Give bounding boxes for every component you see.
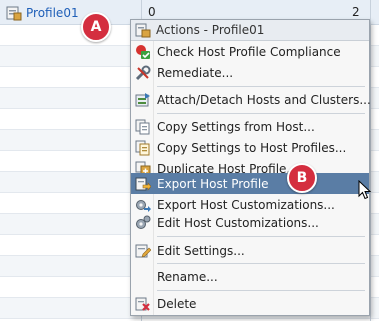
menu-item-delete[interactable]: Delete [131, 293, 369, 314]
copy-from-host-icon [135, 119, 151, 135]
host-profile-icon [6, 5, 22, 21]
edit-settings-icon [135, 243, 152, 259]
attach-detach-icon [135, 92, 151, 108]
menu-item-remediate[interactable]: Remediate... [131, 62, 369, 83]
menu-item-attach-detach[interactable]: Attach/Detach Hosts and Clusters... [131, 89, 371, 110]
menu-separator [157, 86, 365, 87]
callout-badge-b: B [287, 163, 317, 193]
export-profile-icon [135, 176, 152, 192]
column-divider[interactable] [370, 0, 371, 321]
mouse-cursor-icon [358, 180, 372, 200]
callout-badge-a: A [81, 12, 111, 42]
menu-header-title: Actions - Profile01 [156, 23, 265, 37]
compliance-check-icon [135, 44, 151, 60]
menu-separator [157, 263, 365, 264]
menu-separator [157, 236, 365, 237]
menu-item-rename[interactable]: Rename... [131, 266, 369, 287]
menu-item-export-host-profile[interactable]: Export Host Profile [131, 173, 369, 194]
context-menu: Actions - Profile01 Check Host Profile C… [130, 19, 371, 316]
profile-name-link[interactable]: Profile01 [26, 6, 79, 20]
remediate-tools-icon [135, 65, 151, 81]
menu-separator [157, 113, 365, 114]
menu-item-edit-settings[interactable]: Edit Settings... [131, 240, 369, 261]
edit-customizations-icon [135, 215, 151, 231]
menu-item-copy-to-profiles[interactable]: Copy Settings to Host Profiles... [131, 137, 369, 158]
table-cell-value: 2 [352, 5, 360, 19]
menu-item-check-compliance[interactable]: Check Host Profile Compliance [131, 41, 369, 62]
actions-icon [135, 22, 151, 38]
menu-header: Actions - Profile01 [131, 20, 369, 41]
table-cell-value: 0 [148, 5, 156, 19]
export-customizations-icon [135, 197, 151, 213]
menu-item-copy-from-host[interactable]: Copy Settings from Host... [131, 116, 369, 137]
copy-to-profiles-icon [135, 140, 151, 156]
menu-separator [157, 290, 365, 291]
delete-icon [135, 296, 151, 312]
menu-item-edit-customizations[interactable]: Edit Host Customizations... [131, 212, 369, 233]
profile-cell[interactable]: Profile01 [6, 5, 79, 21]
